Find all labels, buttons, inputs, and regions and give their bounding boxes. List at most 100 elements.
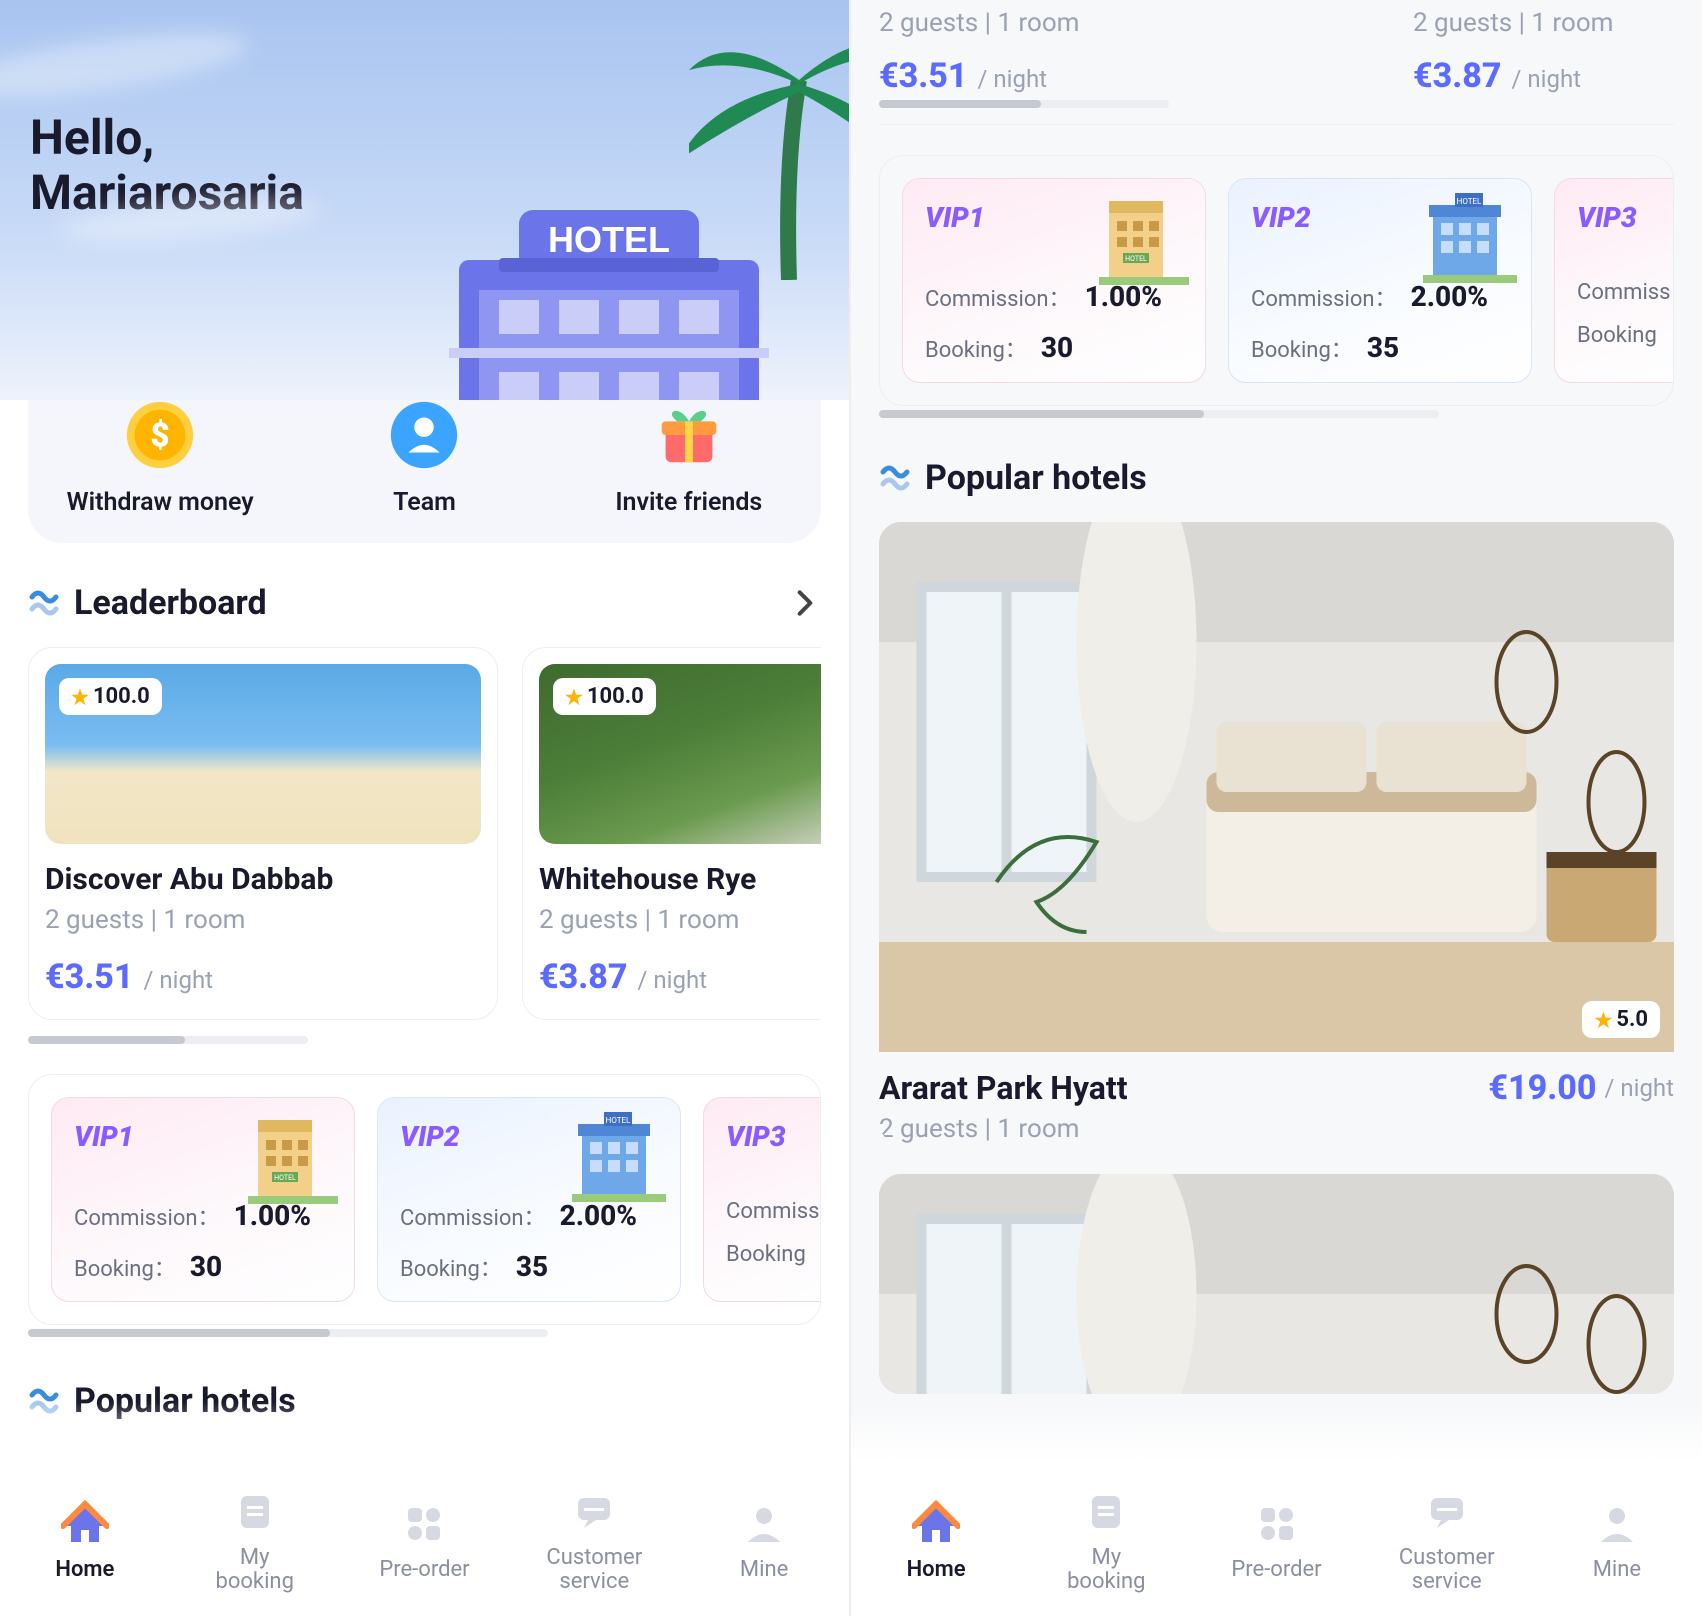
vip-booking-label: Booking <box>1577 323 1657 348</box>
tab-label: Mine <box>1593 1558 1641 1582</box>
tab-preorder[interactable]: Pre-order <box>1191 1462 1361 1616</box>
leaderboard-card[interactable]: ★100.0 Discover Abu Dabbab 2 guests | 1 … <box>28 647 498 1020</box>
vip-title: VIP3 <box>1577 201 1671 234</box>
chevron-right-icon <box>789 587 821 619</box>
leaderboard-header[interactable]: Leaderboard <box>28 583 821 623</box>
leaderboard-scrollbar[interactable] <box>28 1036 308 1044</box>
scrollbar-thumb[interactable] <box>879 100 1041 108</box>
tab-label: Mybooking <box>215 1546 293 1594</box>
leaderboard-card-tail[interactable]: 2 guests | 1 room €3.87 / night <box>1413 0 1674 96</box>
popular-header: Popular hotels <box>879 458 1674 498</box>
vip-strip[interactable]: VIP1 HOTEL Commission：1.00% Booking：30 V… <box>879 155 1674 406</box>
coin-icon: $ <box>121 396 199 474</box>
invite-button[interactable]: Invite friends <box>557 396 821 517</box>
tab-preorder[interactable]: Pre-order <box>340 1462 510 1616</box>
vip-booking-row: Booking： 35 <box>1251 331 1509 364</box>
price-per: / night <box>978 65 1048 93</box>
vip-card[interactable]: VIP1 HOTEL Commission：1.00% Booking：30 <box>51 1097 355 1302</box>
vip-commission-label: Commission： <box>925 281 1071 313</box>
room-illustration <box>879 1174 1674 1394</box>
svg-text:HOTEL: HOTEL <box>274 1174 296 1182</box>
hotel-sub: 2 guests | 1 room <box>879 8 1369 38</box>
team-button[interactable]: Team <box>292 396 556 517</box>
vip-booking-label: Booking： <box>1251 332 1353 364</box>
popular-hotel-card[interactable]: ★5.0 Ararat Park Hyatt €19.00 / night 2 … <box>879 522 1674 1144</box>
popular-hotel-card-peek[interactable] <box>879 1174 1674 1394</box>
vip-card[interactable]: VIP3 Commiss Booking <box>1554 178 1674 383</box>
price-per: / night <box>144 966 214 994</box>
vip-booking-value: 35 <box>516 1250 548 1283</box>
house-icon <box>57 1496 113 1552</box>
squiggle-icon <box>879 462 911 494</box>
price-per: / night <box>638 966 708 994</box>
popular-title: Popular hotels <box>925 458 1674 498</box>
tab-my-booking[interactable]: Mybooking <box>170 1462 340 1616</box>
tab-home[interactable]: Home <box>851 1462 1021 1616</box>
gift-icon <box>650 396 728 474</box>
leaderboard-card-tail[interactable]: 2 guests | 1 room €3.51 / night <box>879 0 1369 96</box>
leaderboard-scroll[interactable]: ★100.0 Discover Abu Dabbab 2 guests | 1 … <box>28 647 821 1032</box>
hotel-sub: 2 guests | 1 room <box>539 905 821 935</box>
vip-commission-row: Commiss <box>726 1199 821 1224</box>
scrollbar-track[interactable] <box>879 100 1169 108</box>
rating-value: 100.0 <box>587 684 644 709</box>
vip-hotel-icon: HOTEL <box>1415 181 1525 291</box>
hotel-name: Discover Abu Dabbab <box>45 862 481 897</box>
vip-booking-value: 30 <box>190 1250 222 1283</box>
leaderboard-scroll-cont[interactable]: 2 guests | 1 room €3.51 / night 2 guests… <box>879 0 1674 96</box>
scrollbar-thumb[interactable] <box>879 410 1204 418</box>
vip-scrollbar[interactable] <box>879 410 1439 418</box>
hero-banner: Hello, Mariarosaria HOTEL <box>0 0 849 400</box>
tab-customer-service[interactable]: Customerservice <box>1362 1462 1532 1616</box>
rating-badge: ★5.0 <box>1582 1001 1660 1038</box>
star-icon: ★ <box>71 685 89 709</box>
scrollbar-thumb[interactable] <box>28 1329 330 1337</box>
document-icon <box>1078 1484 1134 1540</box>
svg-text:$: $ <box>151 417 170 456</box>
tab-label: Mine <box>740 1558 788 1582</box>
tab-my-booking[interactable]: Mybooking <box>1021 1462 1191 1616</box>
leaderboard-card[interactable]: ★100.0 Whitehouse Rye 2 guests | 1 room … <box>522 647 821 1020</box>
leaderboard-title: Leaderboard <box>74 583 775 623</box>
tab-home[interactable]: Home <box>0 1462 170 1616</box>
hotel-sub: 2 guests | 1 room <box>45 905 481 935</box>
vip-booking-row: Booking <box>726 1242 821 1267</box>
svg-text:HOTEL: HOTEL <box>1457 197 1482 206</box>
popular-hotel-name: Ararat Park Hyatt <box>879 1069 1488 1107</box>
vip-card[interactable]: VIP1 HOTEL Commission：1.00% Booking：30 <box>902 178 1206 383</box>
vip-booking-row: Booking <box>1577 323 1671 348</box>
rating-badge: ★100.0 <box>553 678 656 715</box>
hotel-illustration: HOTEL <box>399 140 819 400</box>
vip-strip[interactable]: VIP1 HOTEL Commission：1.00% Booking：30 V… <box>28 1074 821 1325</box>
leaderboard-tail: 2 guests | 1 room €3.51 / night 2 guests… <box>851 0 1702 1394</box>
scrollbar-thumb[interactable] <box>28 1036 185 1044</box>
tabbar: Home Mybooking Pre-order Customerservice… <box>0 1461 849 1616</box>
vip-card[interactable]: VIP2 HOTEL Commission：2.00% Booking：35 <box>377 1097 681 1302</box>
popular-price-per: / night <box>1605 1074 1675 1102</box>
price-value: €3.87 <box>1413 56 1502 96</box>
tab-mine[interactable]: Mine <box>1532 1462 1702 1616</box>
tab-mine[interactable]: Mine <box>679 1462 849 1616</box>
price-row: €3.87 / night <box>539 957 821 997</box>
hotel-sub: 2 guests | 1 room <box>1413 8 1674 38</box>
vip-booking-value: 35 <box>1367 331 1399 364</box>
rating-badge: ★100.0 <box>59 678 162 715</box>
vip-commission-label: Commission： <box>400 1200 546 1232</box>
invite-label: Invite friends <box>615 488 762 517</box>
screen-left: Hello, Mariarosaria HOTEL $ Wit <box>0 0 851 1616</box>
vip-commission-label: Commission： <box>1251 281 1397 313</box>
chat-icon <box>566 1484 622 1540</box>
price-value: €3.51 <box>45 957 134 997</box>
vip-title: VIP3 <box>726 1120 821 1153</box>
tab-customer-service[interactable]: Customerservice <box>509 1462 679 1616</box>
svg-text:HOTEL: HOTEL <box>548 219 670 260</box>
withdraw-button[interactable]: $ Withdraw money <box>28 396 292 517</box>
tab-label: Mybooking <box>1067 1546 1145 1594</box>
rating-value: 5.0 <box>1616 1007 1648 1032</box>
vip-booking-value: 30 <box>1041 331 1073 364</box>
vip-booking-row: Booking：30 <box>925 331 1183 364</box>
vip-card[interactable]: VIP2 HOTEL Commission：2.00% Booking：35 <box>1228 178 1532 383</box>
hotel-name: Whitehouse Rye <box>539 862 821 897</box>
vip-card[interactable]: VIP3 Commiss Booking <box>703 1097 821 1302</box>
vip-scrollbar[interactable] <box>28 1329 548 1337</box>
